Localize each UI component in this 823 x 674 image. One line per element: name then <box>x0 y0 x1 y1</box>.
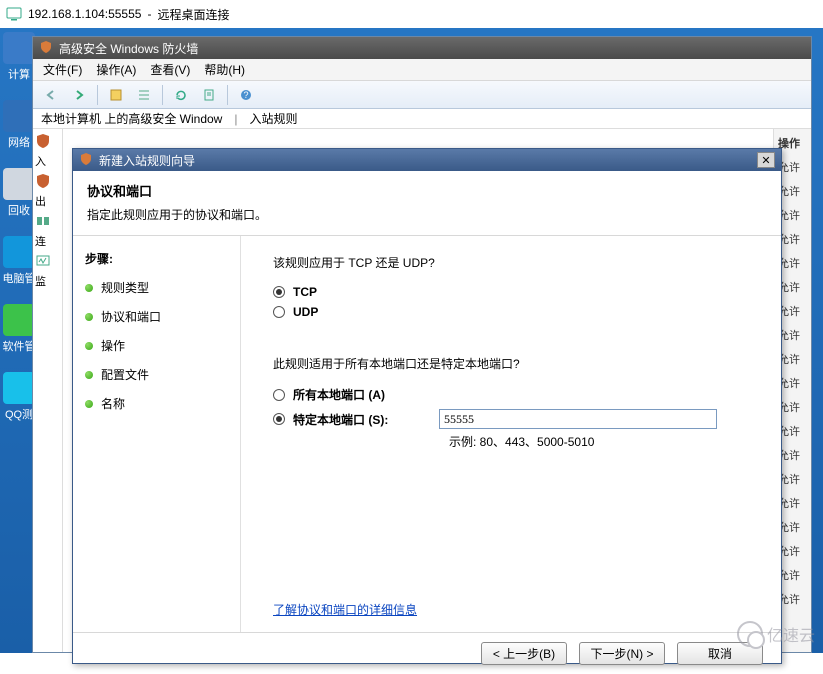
menu-action[interactable]: 操作(A) <box>96 61 136 78</box>
radio-icon[interactable] <box>273 286 285 298</box>
menu-view[interactable]: 查看(V) <box>150 61 190 78</box>
firewall-titlebar[interactable]: 高级安全 Windows 防火墙 <box>33 37 811 59</box>
rdp-titlebar: 192.168.1.104:55555 - 远程桌面连接 <box>0 0 823 28</box>
ports-input[interactable] <box>439 409 717 429</box>
back-button[interactable]: < 上一步(B) <box>481 642 567 665</box>
shield-icon <box>39 40 53 57</box>
export-button[interactable] <box>197 84 221 106</box>
bullet-icon <box>85 284 93 292</box>
outbound-rules-icon[interactable] <box>35 173 51 189</box>
radio-specific-ports[interactable]: 特定本地端口 (S): <box>273 411 439 428</box>
step-profile[interactable]: 配置文件 <box>85 366 228 383</box>
bullet-icon <box>85 371 93 379</box>
wizard-content: 该规则应用于 TCP 还是 UDP? TCP UDP 此规则适用于所有本地端口还… <box>241 236 781 632</box>
list-button[interactable] <box>132 84 156 106</box>
close-button[interactable]: ✕ <box>757 152 775 168</box>
wizard-footer: < 上一步(B) 下一步(N) > 取消 <box>73 632 781 674</box>
radio-icon[interactable] <box>273 413 285 425</box>
next-button[interactable]: 下一步(N) > <box>579 642 665 665</box>
shield-icon <box>79 152 93 169</box>
rdp-title-suffix: 远程桌面连接 <box>157 6 229 23</box>
svg-text:?: ? <box>243 90 248 100</box>
inbound-rules-icon[interactable] <box>35 133 51 149</box>
monitoring-icon[interactable] <box>35 253 51 269</box>
rdp-icon <box>6 6 22 22</box>
firewall-toolbar: ? <box>33 81 811 109</box>
inbound-rule-wizard: 新建入站规则向导 ✕ 协议和端口 指定此规则应用于的协议和端口。 步骤: 规则类… <box>72 148 782 664</box>
firewall-title: 高级安全 Windows 防火墙 <box>59 40 198 57</box>
back-button[interactable] <box>39 84 63 106</box>
menu-file[interactable]: 文件(F) <box>43 61 82 78</box>
bullet-icon <box>85 400 93 408</box>
remote-desktop: 计算 网络 回收 电脑管 软件管 QQ测 高级安全 Windows 防火墙 文件… <box>0 28 823 653</box>
wizard-title: 新建入站规则向导 <box>99 152 195 169</box>
firewall-tree: 入 出 连 监 <box>33 129 63 652</box>
protocol-question: 该规则应用于 TCP 还是 UDP? <box>273 254 761 271</box>
radio-icon[interactable] <box>273 306 285 318</box>
ports-example: 示例: 80、443、5000-5010 <box>449 433 761 450</box>
wizard-header-title: 协议和端口 <box>87 181 767 200</box>
firewall-breadcrumb: 本地计算机 上的高级安全 Window | 入站规则 <box>33 109 811 129</box>
wizard-titlebar[interactable]: 新建入站规则向导 ✕ <box>73 149 781 171</box>
radio-tcp[interactable]: TCP <box>273 285 761 299</box>
watermark-icon <box>737 621 763 647</box>
learn-more-link[interactable]: 了解协议和端口的详细信息 <box>273 601 417 618</box>
wizard-header: 协议和端口 指定此规则应用于的协议和端口。 <box>73 171 781 236</box>
step-rule-type[interactable]: 规则类型 <box>85 279 228 296</box>
help-button[interactable]: ? <box>234 84 258 106</box>
add-button[interactable] <box>104 84 128 106</box>
bullet-icon <box>85 342 93 350</box>
refresh-button[interactable] <box>169 84 193 106</box>
radio-udp[interactable]: UDP <box>273 305 761 319</box>
wizard-header-desc: 指定此规则应用于的协议和端口。 <box>87 206 767 223</box>
rdp-address: 192.168.1.104:55555 <box>28 7 141 21</box>
steps-heading: 步骤: <box>85 250 228 267</box>
step-action[interactable]: 操作 <box>85 337 228 354</box>
radio-icon[interactable] <box>273 389 285 401</box>
actions-header: 操作 <box>778 135 807 151</box>
step-protocol-ports[interactable]: 协议和端口 <box>85 308 228 325</box>
radio-all-ports[interactable]: 所有本地端口 (A) <box>273 386 761 403</box>
connection-rules-icon[interactable] <box>35 213 51 229</box>
bullet-icon <box>85 313 93 321</box>
ports-question: 此规则适用于所有本地端口还是特定本地端口? <box>273 355 761 372</box>
forward-button[interactable] <box>67 84 91 106</box>
step-name[interactable]: 名称 <box>85 395 228 412</box>
firewall-menubar: 文件(F) 操作(A) 查看(V) 帮助(H) <box>33 59 811 81</box>
menu-help[interactable]: 帮助(H) <box>204 61 245 78</box>
watermark: 亿速云 <box>737 621 815 647</box>
wizard-steps: 步骤: 规则类型 协议和端口 操作 配置文件 名称 <box>73 236 241 632</box>
